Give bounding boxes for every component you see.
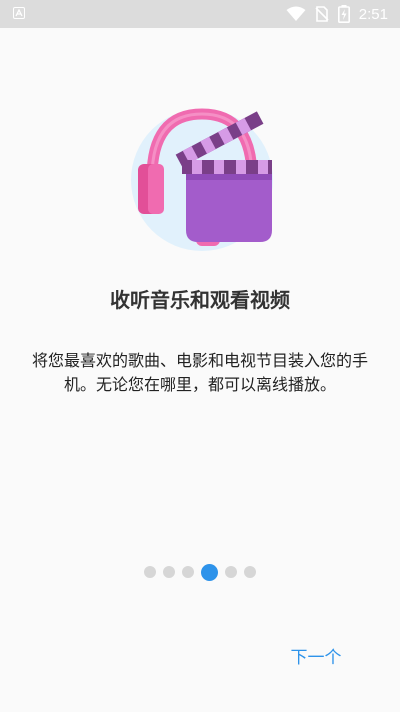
battery-charging-icon (337, 5, 350, 23)
status-bar: 2:51 (0, 0, 400, 28)
page-description: 将您最喜欢的歌曲、电影和电视节目装入您的手机。无论您在哪里，都可以离线播放。 (31, 351, 368, 394)
page-dot (182, 566, 194, 578)
page-dot (244, 566, 256, 578)
next-button[interactable]: 下一个 (280, 641, 352, 669)
page-indicator (0, 562, 400, 582)
headphones-clapperboard-illustration (131, 108, 273, 251)
page-dot (163, 566, 175, 578)
page-title: 收听音乐和观看视频 (110, 288, 290, 312)
page-dot (144, 566, 156, 578)
app-notification-icon (13, 7, 25, 19)
page-dot (225, 566, 237, 578)
wifi-icon (286, 6, 306, 21)
no-sim-icon (315, 6, 329, 22)
page-dot-active (201, 563, 218, 581)
status-time: 2:51 (358, 5, 388, 23)
